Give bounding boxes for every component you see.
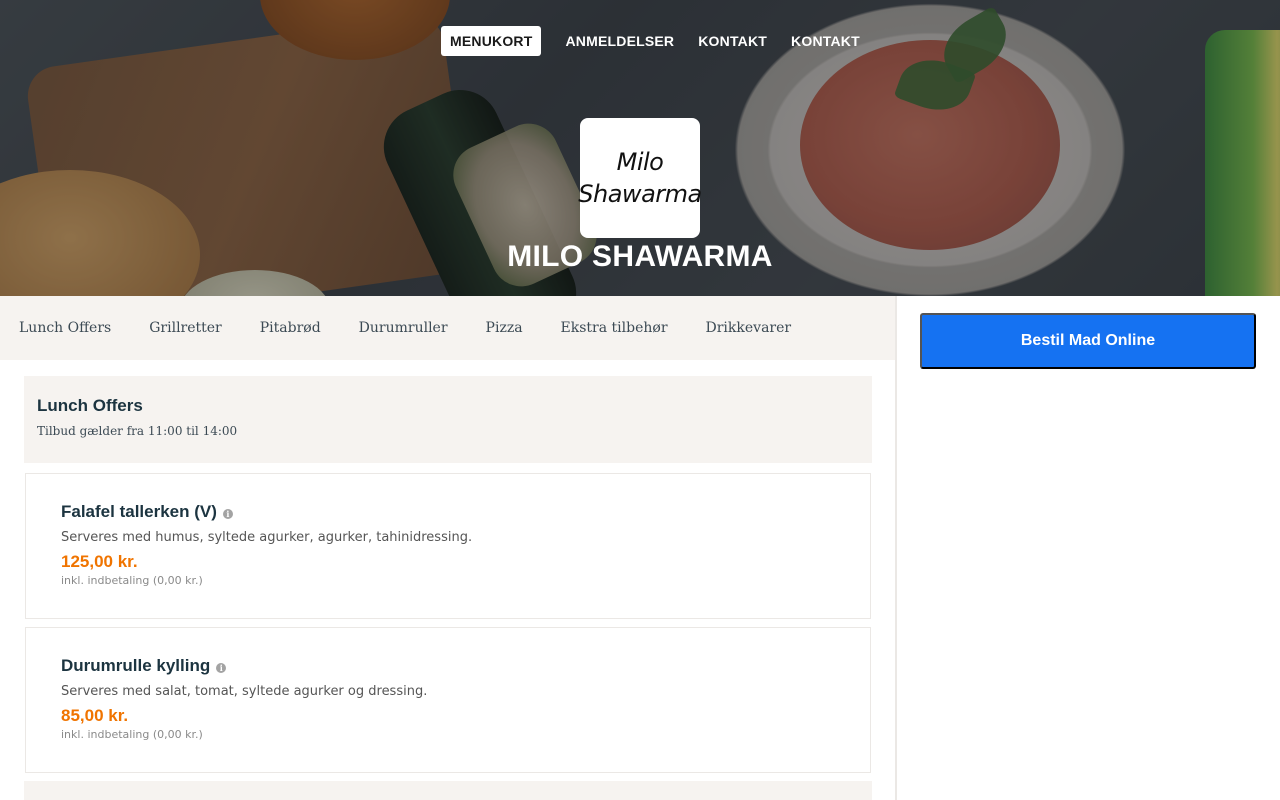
- category-drikkevarer[interactable]: Drikkevarer: [706, 320, 792, 336]
- category-grillretter[interactable]: Grillretter: [149, 320, 222, 336]
- restaurant-logo: Milo Shawarma: [578, 118, 702, 238]
- info-icon[interactable]: i: [216, 662, 227, 673]
- section-title: Lunch Offers: [37, 396, 143, 415]
- nav-anmeldelser[interactable]: ANMELDELSER: [556, 26, 683, 56]
- menu-item-card[interactable]: Durumrulle kylling i Serveres med salat,…: [25, 627, 871, 773]
- menu-item-price: 125,00 kr.: [61, 552, 138, 571]
- order-online-button[interactable]: Bestil Mad Online: [920, 313, 1256, 369]
- menu-item-name: Durumrulle kylling: [61, 656, 211, 675]
- category-ekstra-tilbehor[interactable]: Ekstra tilbehør: [561, 320, 668, 336]
- section-header: Lunch Offers Tilbud gælder fra 11:00 til…: [24, 376, 872, 463]
- hero-banner: MENUKORT ANMELDELSER KONTAKT KONTAKT Mil…: [0, 0, 1280, 296]
- top-navigation: MENUKORT ANMELDELSER KONTAKT KONTAKT: [441, 26, 875, 56]
- category-pizza[interactable]: Pizza: [486, 320, 523, 336]
- category-pitabrod[interactable]: Pitabrød: [260, 320, 321, 336]
- menu-item-name-row: Falafel tallerken (V) i: [61, 502, 835, 522]
- category-lunch-offers[interactable]: Lunch Offers: [19, 320, 111, 336]
- logo-text-line1: Milo: [616, 148, 664, 176]
- menu-item-deposit-note: inkl. indbetaling (0,00 kr.): [61, 574, 203, 587]
- nav-kontakt-2[interactable]: KONTAKT: [782, 26, 869, 56]
- menu-item-card[interactable]: Falafel tallerken (V) i Serveres med hum…: [25, 473, 871, 619]
- menu-item-name-row: Durumrulle kylling i: [61, 656, 835, 676]
- category-bar: Lunch Offers Grillretter Pitabrød Durumr…: [0, 296, 895, 360]
- nav-kontakt[interactable]: KONTAKT: [689, 26, 776, 56]
- logo-text-line2: Shawarma: [578, 180, 702, 208]
- category-durumruller[interactable]: Durumruller: [359, 320, 448, 336]
- sidebar-divider: [895, 296, 897, 800]
- info-icon[interactable]: i: [222, 508, 233, 519]
- menu-item-name: Falafel tallerken (V): [61, 502, 217, 521]
- section-subtitle: Tilbud gælder fra 11:00 til 14:00: [37, 424, 238, 438]
- next-section-header: [24, 781, 872, 800]
- menu-item-price: 85,00 kr.: [61, 706, 129, 725]
- menu-item-deposit-note: inkl. indbetaling (0,00 kr.): [61, 728, 203, 741]
- nav-menukort[interactable]: MENUKORT: [441, 26, 542, 56]
- menu-item-description: Serveres med salat, tomat, syltede agurk…: [61, 684, 428, 699]
- menu-item-description: Serveres med humus, syltede agurker, agu…: [61, 530, 473, 545]
- restaurant-name: MILO SHAWARMA: [507, 240, 773, 273]
